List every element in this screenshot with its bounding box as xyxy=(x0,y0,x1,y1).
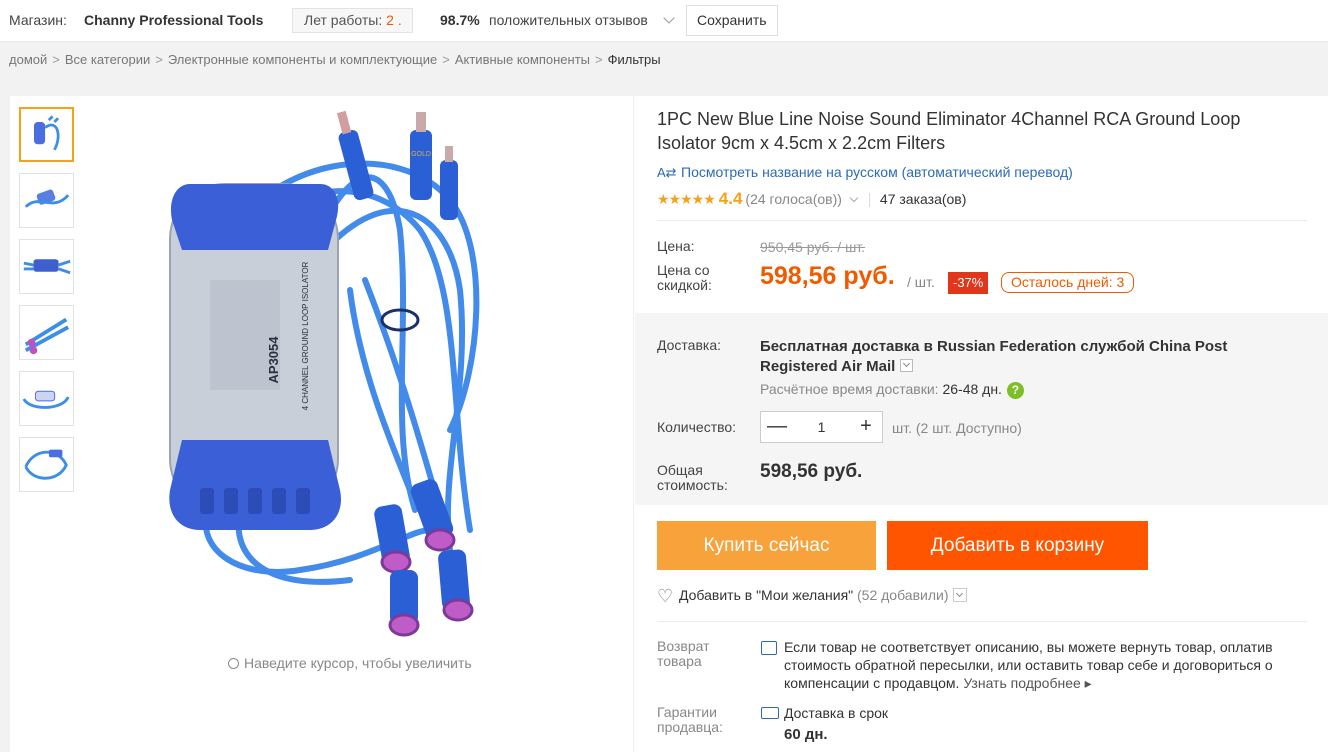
translate-link[interactable]: A⇄ Посмотреть название на русском (автома… xyxy=(657,164,1073,181)
product-thumbnail-image xyxy=(33,115,60,151)
product-thumbnail-image xyxy=(24,189,70,208)
product-main-image[interactable]: GOLD AP3054 4 CHANNEL GROUND LOOP ISOLAT… xyxy=(150,110,535,640)
zoom-hint: Наведите курсор, чтобы увеличить xyxy=(228,655,472,671)
guarantee-days: 60 дн. xyxy=(784,726,828,743)
orders-count: 47 заказа(ов) xyxy=(879,191,967,207)
days-left-badge: Осталось дней: 3 xyxy=(1001,272,1135,293)
truck-icon xyxy=(761,707,779,719)
heart-icon[interactable]: ♡ xyxy=(657,586,679,607)
eta-label: Расчётное время доставки: xyxy=(760,381,939,397)
store-years-badge: Лет работы: 2 . xyxy=(292,8,413,33)
product-caption-label: 4 CHANNEL GROUND LOOP ISOLATOR xyxy=(301,261,310,410)
feedback-text: положительных отзывов xyxy=(489,12,648,28)
per-unit-label: / шт. xyxy=(907,274,935,290)
shipping-method[interactable]: Бесплатная доставка в Russian Federation… xyxy=(760,337,1280,377)
returns-text: Если товар не соответствует описанию, вы… xyxy=(784,638,1284,692)
shipping-label: Доставка: xyxy=(657,337,722,353)
guarantee-text: Доставка в срок 60 дн. xyxy=(784,703,888,745)
discount-price-label: Цена со скидкой: xyxy=(657,262,712,293)
price-label: Цена: xyxy=(657,238,695,254)
chevron-down-icon[interactable] xyxy=(952,588,967,603)
breadcrumb-electronics[interactable]: Электронные компоненты и комплектующие xyxy=(168,52,437,67)
old-price: 950,45 руб. / шт. xyxy=(760,239,866,255)
zoom-hint-text: Наведите курсор, чтобы увеличить xyxy=(244,655,472,671)
rating-row: ★★★★★ 4.4 (24 голоса(ов)) 47 заказа(ов) xyxy=(657,189,966,211)
quantity-decrease-button[interactable]: — xyxy=(761,412,793,442)
breadcrumb-active-components[interactable]: Активные компоненты xyxy=(455,52,590,67)
store-name-link[interactable]: Channy Professional Tools xyxy=(84,0,263,41)
wishlist-count: (52 добавили) xyxy=(857,587,949,603)
feedback-percent: 98.7% xyxy=(440,12,480,28)
chevron-down-icon[interactable] xyxy=(663,12,675,24)
divider xyxy=(657,220,1307,221)
translate-link-text[interactable]: Посмотреть название на русском (автомати… xyxy=(681,164,1073,180)
product-thumbnail-image xyxy=(24,449,68,480)
store-label: Магазин: xyxy=(9,12,67,28)
save-store-button[interactable]: Сохранить xyxy=(686,5,778,36)
product-code-label: AP3054 xyxy=(266,336,281,384)
store-years-label: Лет работы: xyxy=(304,12,383,28)
add-to-cart-button[interactable]: Добавить в корзину xyxy=(887,521,1148,570)
delivery-estimate: Расчётное время доставки: 26-48 дн.? xyxy=(760,381,1024,399)
breadcrumb-current: Фильтры xyxy=(607,52,661,67)
discount-price: 598,56 руб. xyxy=(760,262,895,290)
magnifier-icon xyxy=(228,658,239,669)
breadcrumb-all-categories[interactable]: Все категории xyxy=(65,52,150,67)
quantity-input[interactable] xyxy=(793,412,850,442)
thumbnail-4[interactable] xyxy=(19,305,74,360)
rating-value: 4.4 xyxy=(718,189,743,208)
thumbnail-3[interactable] xyxy=(19,239,74,294)
shipping-method-text: Бесплатная доставка в Russian Federation… xyxy=(760,338,1228,375)
divider xyxy=(868,193,870,208)
product-title: 1PC New Blue Line Noise Sound Eliminator… xyxy=(657,109,1241,153)
product-thumbnail-image xyxy=(22,390,70,409)
translate-icon: A⇄ xyxy=(657,165,677,180)
total-price: 598,56 руб. xyxy=(760,461,863,482)
thumbnail-2[interactable] xyxy=(19,173,74,228)
help-icon[interactable]: ? xyxy=(1006,382,1024,399)
shipping-block: Доставка: Бесплатная доставка в Russian … xyxy=(635,313,1328,505)
returns-label: Возврат товара xyxy=(657,638,710,669)
chevron-down-icon[interactable] xyxy=(849,193,859,203)
guarantee-description: Доставка в срок xyxy=(784,705,889,721)
product-thumbnail-image xyxy=(23,259,71,275)
return-icon xyxy=(761,641,777,655)
learn-more-link[interactable]: Узнать подробнее ▸ xyxy=(963,675,1091,691)
quantity-increase-button[interactable]: + xyxy=(850,412,882,442)
breadcrumb-home[interactable]: домой xyxy=(9,52,47,67)
product-thumbnail-image xyxy=(24,317,70,355)
guarantee-label: Гарантии продавца: xyxy=(657,704,723,735)
quantity-stepper: — + xyxy=(760,411,883,443)
quantity-label: Количество: xyxy=(657,419,737,435)
divider xyxy=(657,621,1307,622)
image-gallery: GOLD AP3054 4 CHANNEL GROUND LOOP ISOLAT… xyxy=(10,96,634,752)
thumbnail-6[interactable] xyxy=(19,437,74,492)
breadcrumb-separator: > xyxy=(442,52,450,67)
chevron-down-icon[interactable] xyxy=(899,358,913,372)
eta-days: 26-48 дн. xyxy=(942,381,1002,397)
wishlist-row[interactable]: ♡ Добавить в "Мои желания" (52 добавили) xyxy=(657,584,967,607)
breadcrumb-separator: > xyxy=(155,52,163,67)
wishlist-label[interactable]: Добавить в "Мои желания" xyxy=(679,587,853,603)
plug-label: GOLD xyxy=(411,151,431,158)
total-label: Общая стоимость: xyxy=(657,462,728,493)
store-header: Магазин: Channy Professional Tools Лет р… xyxy=(0,0,1328,42)
thumbnail-5[interactable] xyxy=(19,371,74,426)
breadcrumb-separator: > xyxy=(52,52,60,67)
quantity-available: шт. (2 шт. Доступно) xyxy=(892,420,1022,436)
rating-stars-icon: ★★★★★ xyxy=(657,191,716,207)
discount-badge: -37% xyxy=(948,272,989,294)
thumbnail-1[interactable] xyxy=(19,107,74,162)
breadcrumb: домой > Все категории > Электронные компонен… xyxy=(9,52,661,67)
breadcrumb-separator: > xyxy=(595,52,603,67)
votes-count[interactable]: (24 голоса(ов)) xyxy=(745,191,842,207)
product-panel: GOLD AP3054 4 CHANNEL GROUND LOOP ISOLAT… xyxy=(10,96,1328,752)
store-years-value: 2 . xyxy=(386,12,402,28)
buy-now-button[interactable]: Купить сейчас xyxy=(657,521,876,570)
